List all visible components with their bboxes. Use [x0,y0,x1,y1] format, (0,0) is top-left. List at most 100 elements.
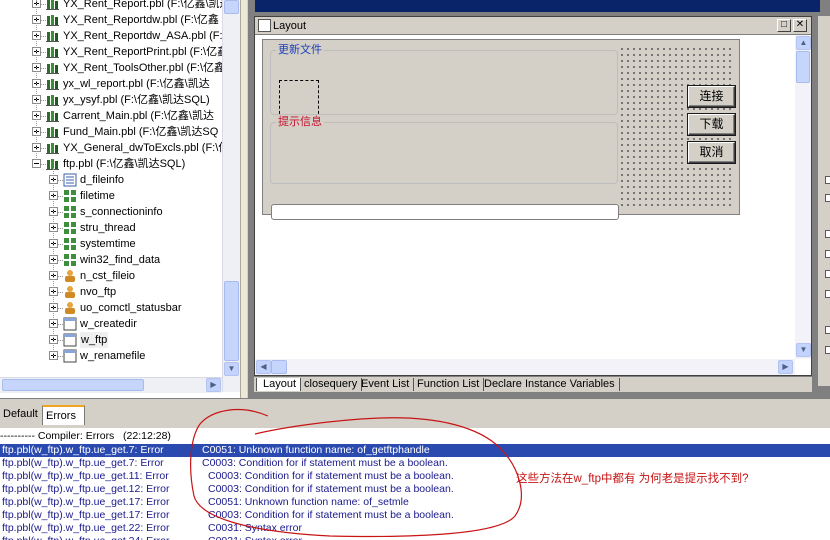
tree-object-item[interactable]: w_createdir [0,316,222,332]
property-checkbox[interactable] [825,270,830,278]
window-icon [63,317,77,331]
collapse-icon[interactable] [32,159,41,168]
tree-item-label: s_connectioninfo [80,206,163,218]
tab-closequery[interactable]: closequery [298,378,363,391]
tree-horizontal-scrollbar[interactable]: ▶ [0,377,222,393]
tree-scroll-down-button[interactable]: ▼ [224,362,239,376]
tree-library-item[interactable]: YX_Rent_Reportdw_ASA.pbl (F: [0,28,223,44]
window-design-canvas[interactable]: 更新文件 提示信息 连接 下载 取消 [262,39,740,220]
hint-info-groupbox[interactable]: 提示信息 [270,116,618,184]
tree-item-label: YX_General_dwToExcls.pbl (F:\亿 [63,142,230,154]
library-icon [46,13,60,27]
tree-library-item[interactable]: yx_wl_report.pbl (F:\亿鑫\凯达 [0,76,222,92]
tree-object-item[interactable]: systemtime [0,236,222,252]
user-object-icon [63,269,77,283]
tree-object-item[interactable]: filetime [0,188,222,204]
selected-control-placeholder[interactable] [279,80,319,119]
tree-item-label: w_renamefile [80,350,146,362]
cancel-button[interactable]: 取消 [688,142,735,163]
tree-scroll-right-button[interactable]: ▶ [206,378,221,392]
library-icon [46,125,60,139]
update-file-groupbox[interactable]: 更新文件 [270,44,618,115]
tree-item-label: w_createdir [80,318,137,330]
property-checkbox[interactable] [825,230,830,238]
tree-item-label: yx_ysyf.pbl (F:\亿鑫\凯达SQL) [63,94,210,106]
tree-item-label: yx_wl_report.pbl (F:\亿鑫\凯达 [63,78,210,90]
property-checkbox[interactable] [825,176,830,184]
tree-library-item[interactable]: YX_Rent_ReportPrint.pbl (F:\亿鑫 [0,44,228,60]
library-icon [46,29,60,43]
properties-panel-edge[interactable] [818,16,830,386]
hint-info-label: 提示信息 [276,116,324,128]
layout-titlebar[interactable]: Layout □ ✕ [255,17,811,35]
tree-hscroll-thumb[interactable] [2,379,144,391]
window-icon [63,333,77,347]
structure-icon [63,237,77,251]
window-icon [258,19,271,32]
property-checkbox[interactable] [825,326,830,334]
tree-item-label: systemtime [80,238,136,250]
tree-library-item[interactable]: ftp.pbl (F:\亿鑫\凯达SQL) [0,156,222,172]
scroll-up-button[interactable]: ▲ [796,36,811,50]
close-button[interactable]: ✕ [793,19,807,32]
tree-item-label: d_fileinfo [80,174,125,186]
layout-vertical-scrollbar[interactable]: ▲ ▼ [795,35,811,359]
library-icon [46,45,60,59]
library-tree-panel[interactable]: YX_Rent_Report.pbl (F:\亿鑫\凯达 YX_Rent_Repo… [0,0,240,396]
property-checkbox[interactable] [825,250,830,258]
properties-tab-edge [825,22,830,30]
progress-bar[interactable] [271,204,619,220]
tree-item-label: stru_thread [80,222,136,234]
tree-library-item[interactable]: YX_Rent_ToolsOther.pbl (F:\亿鑫 [0,60,225,76]
tree-item-label: YX_Rent_ReportPrint.pbl (F:\亿鑫 [63,46,229,58]
tree-object-item[interactable]: w_ftp [0,332,222,348]
scroll-down-button[interactable]: ▼ [796,343,811,357]
panel-splitter[interactable] [240,0,248,398]
scroll-right-button[interactable]: ▶ [778,360,793,374]
library-icon [46,93,60,107]
red-freehand-annotation [190,409,522,538]
tree-object-item[interactable]: nvo_ftp [0,284,222,300]
tree-connector [53,168,54,356]
scroll-left-button[interactable]: ◀ [256,360,271,374]
layout-window[interactable]: Layout □ ✕ 更新文件 提示信息 连接 下载 取消 ▲ ▼ ◀ ▶ [254,16,812,376]
tab-event-list[interactable]: Event List [355,378,415,391]
tab-layout[interactable]: Layout [256,378,302,391]
tree-library-item[interactable]: Fund_Main.pbl (F:\亿鑫\凯达SQ [0,124,222,140]
layout-hscroll-thumb[interactable] [271,360,287,374]
tree-object-item[interactable]: win32_find_data [0,252,222,268]
tree-library-item[interactable]: YX_Rent_Report.pbl (F:\亿鑫\凯达 [0,0,231,12]
tree-item-label: nvo_ftp [80,286,117,298]
tree-object-item[interactable]: uo_comctl_statusbar [0,300,222,316]
tree-library-item[interactable]: yx_ysyf.pbl (F:\亿鑫\凯达SQL) [0,92,222,108]
download-button[interactable]: 下载 [688,114,735,135]
tree-scroll-thumb[interactable] [224,281,239,361]
tree-item-label: n_cst_fileio [80,270,136,282]
tab-function-list[interactable]: Function List [411,378,485,391]
tree-object-item[interactable]: s_connectioninfo [0,204,222,220]
painter-tab-strip[interactable]: Layout closequery Event List Function Li… [254,376,812,392]
property-checkbox[interactable] [825,290,830,298]
tree-library-item[interactable]: Carrent_Main.pbl (F:\亿鑫\凯达 [0,108,222,124]
layout-vscroll-thumb[interactable] [796,51,810,83]
tree-library-item[interactable]: YX_General_dwToExcls.pbl (F:\亿 [0,140,229,156]
tree-object-item[interactable]: w_renamefile [0,348,222,364]
tree-library-item[interactable]: YX_Rent_Reportdw.pbl (F:\亿鑫 [0,12,222,28]
property-checkbox[interactable] [825,346,830,354]
tree-scroll-thumb-top[interactable] [224,0,239,14]
tree-vertical-scrollbar[interactable]: ▼ [222,0,240,392]
layout-horizontal-scrollbar[interactable]: ◀ ▶ [255,359,795,375]
maximize-button[interactable]: □ [777,19,791,32]
library-icon [46,0,60,11]
tree-item-label: Fund_Main.pbl (F:\亿鑫\凯达SQ [63,126,219,138]
structure-icon [63,221,77,235]
property-checkbox[interactable] [825,194,830,202]
connect-button[interactable]: 连接 [688,86,735,107]
tree-object-item[interactable]: stru_thread [0,220,222,236]
tree-object-item[interactable]: n_cst_fileio [0,268,222,284]
library-icon [46,109,60,123]
structure-icon [63,189,77,203]
tab-declare-instance-variables[interactable]: Declare Instance Variables [478,378,620,391]
tree-object-item[interactable]: d_fileinfo [0,172,222,188]
tree-item-label: win32_find_data [80,254,161,266]
